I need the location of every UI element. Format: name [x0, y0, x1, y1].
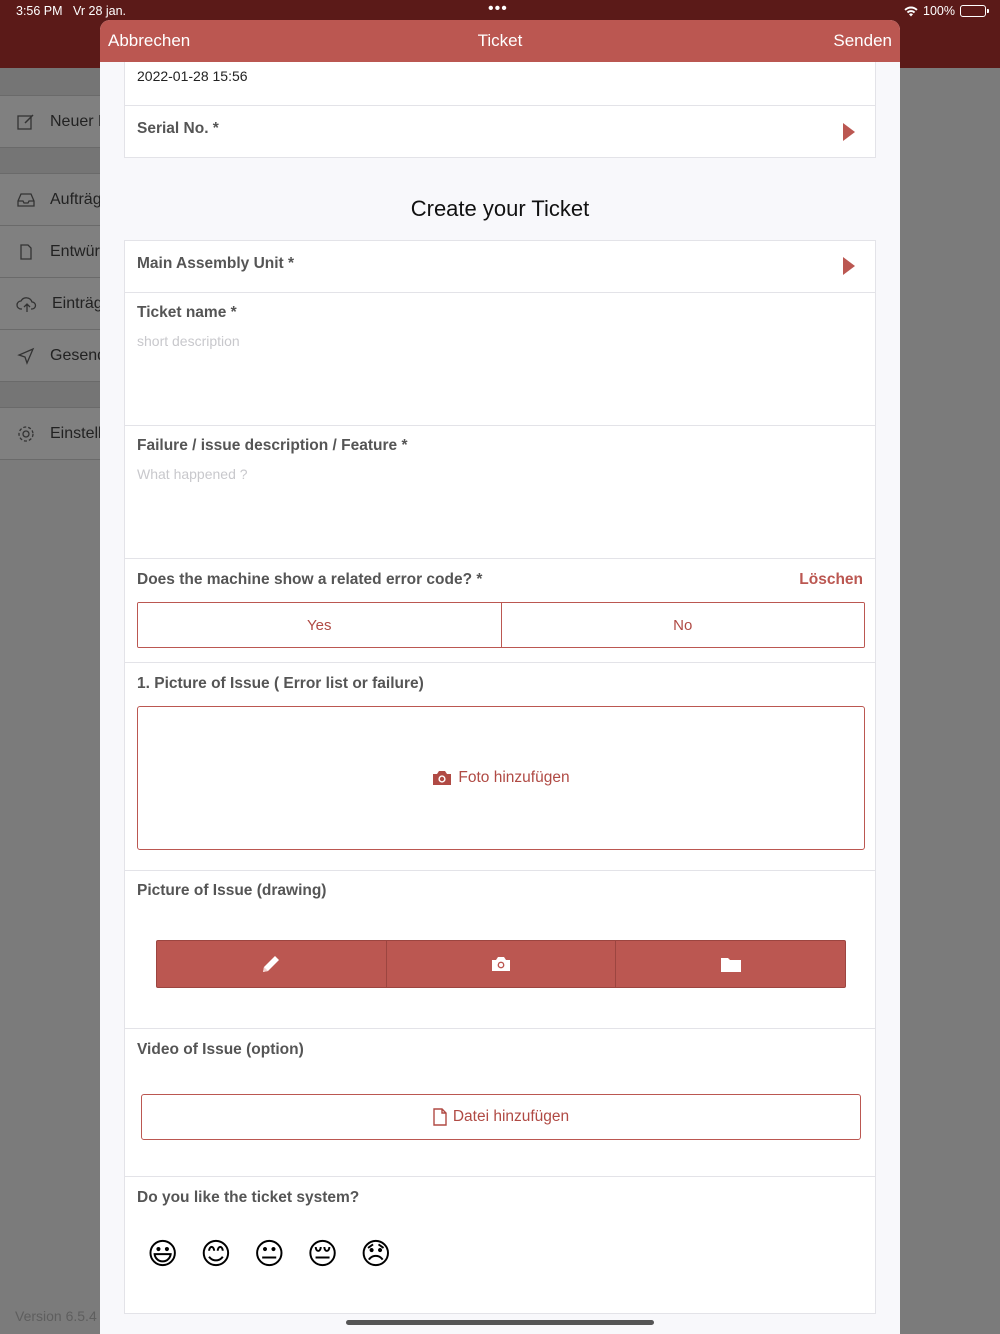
send-icon — [17, 347, 35, 365]
compose-icon — [17, 113, 34, 130]
main-assembly-row[interactable]: Main Assembly Unit * — [125, 241, 875, 292]
document-icon — [20, 243, 32, 260]
video-issue-label: Video of Issue (option) — [137, 1041, 304, 1058]
sidebar-item-new-entry[interactable]: Neuer Eintrag — [0, 96, 100, 148]
inbox-icon — [17, 192, 35, 207]
neutral-face-icon[interactable]: 😐 — [254, 1239, 285, 1271]
drawing-toolbar — [156, 940, 846, 988]
picture-issue-label: 1. Picture of Issue ( Error list or fail… — [137, 675, 424, 692]
multitasking-dots-icon[interactable]: ••• — [488, 0, 508, 18]
send-button[interactable]: Senden — [833, 31, 892, 51]
modal-title: Ticket — [477, 31, 523, 50]
draw-button[interactable] — [157, 941, 386, 987]
sidebar-item-entries[interactable]: Einträge — [0, 278, 100, 330]
ticket-form-card: Main Assembly Unit * Ticket name * short… — [124, 240, 876, 1314]
cloud-upload-icon — [16, 296, 37, 312]
yes-option[interactable]: Yes — [138, 603, 501, 647]
folder-icon — [720, 958, 741, 972]
sidebar-item-orders[interactable]: Aufträge — [0, 174, 100, 226]
smiling-face-icon[interactable]: 😊 — [200, 1239, 231, 1271]
add-photo-label: Foto hinzufügen — [458, 769, 570, 786]
failure-description-input[interactable]: What happened ? — [137, 466, 863, 550]
pensive-face-icon[interactable]: 😔 — [307, 1239, 338, 1271]
ticket-name-label: Ticket name * — [137, 304, 237, 321]
background-sidebar: Neuer Eintrag Aufträge Entwürfe Einträge… — [0, 68, 100, 460]
error-code-segmented-control: Yes No — [137, 602, 865, 648]
serial-number-label: Serial No. * — [137, 120, 219, 137]
serial-number-row[interactable]: Serial No. * — [125, 106, 875, 157]
picture-drawing-label: Picture of Issue (drawing) — [137, 882, 327, 899]
battery-percent: 100% — [923, 4, 955, 18]
camera-icon — [492, 957, 510, 971]
section-title: Create your Ticket — [410, 196, 590, 221]
disappointed-face-icon[interactable]: 😞 — [360, 1239, 391, 1271]
failure-description-placeholder: What happened ? — [137, 466, 248, 482]
pencil-icon — [263, 956, 280, 972]
camera-button[interactable] — [385, 941, 616, 987]
camera-icon — [433, 771, 452, 785]
app-version: Version 6.5.4 — [15, 1308, 97, 1324]
add-photo-button[interactable]: Foto hinzufügen — [137, 706, 865, 850]
cancel-button[interactable]: Abbrechen — [108, 31, 190, 51]
status-bar: 3:56 PM Vr 28 jan. ••• 100% — [0, 0, 1000, 22]
chevron-right-icon — [843, 123, 855, 141]
status-time: 3:56 PM Vr 28 jan. — [16, 4, 127, 18]
failure-description-label: Failure / issue description / Feature * — [137, 437, 408, 454]
status-right: 100% — [904, 4, 989, 18]
folder-button[interactable] — [615, 941, 845, 987]
very-happy-face-icon[interactable]: 😃 — [147, 1239, 178, 1271]
sidebar-item-drafts[interactable]: Entwürfe — [0, 226, 100, 278]
ticket-modal: Abbrechen Ticket Senden 2022-01-28 15:56… — [100, 20, 900, 1334]
battery-icon — [960, 5, 989, 17]
home-indicator — [346, 1320, 654, 1325]
add-file-label: Datei hinzufügen — [452, 1108, 570, 1125]
sidebar-item-settings[interactable]: Einstellungen — [0, 408, 100, 460]
header-card: 2022-01-28 15:56 Serial No. * — [124, 62, 876, 158]
modal-nav-bar: Abbrechen Ticket Senden — [100, 20, 900, 62]
sidebar-item-sent[interactable]: Gesendet — [0, 330, 100, 382]
rating-label: Do you like the ticket system? — [137, 1189, 360, 1206]
clear-button[interactable]: Löschen — [799, 571, 863, 589]
error-code-label: Does the machine show a related error co… — [137, 571, 483, 588]
file-icon — [433, 1108, 447, 1126]
no-option[interactable]: No — [500, 603, 864, 647]
wifi-icon — [904, 5, 918, 16]
date-value: 2022-01-28 15:56 — [137, 68, 248, 84]
ticket-name-placeholder: short description — [137, 333, 240, 349]
chevron-right-icon — [843, 257, 855, 275]
gear-icon — [18, 425, 34, 442]
add-file-button[interactable]: Datei hinzufügen — [141, 1094, 861, 1140]
main-assembly-label: Main Assembly Unit * — [137, 255, 295, 272]
ticket-name-input[interactable]: short description — [137, 333, 863, 417]
rating-emoji-row: 😃 😊 😐 😔 😞 — [147, 1239, 391, 1271]
